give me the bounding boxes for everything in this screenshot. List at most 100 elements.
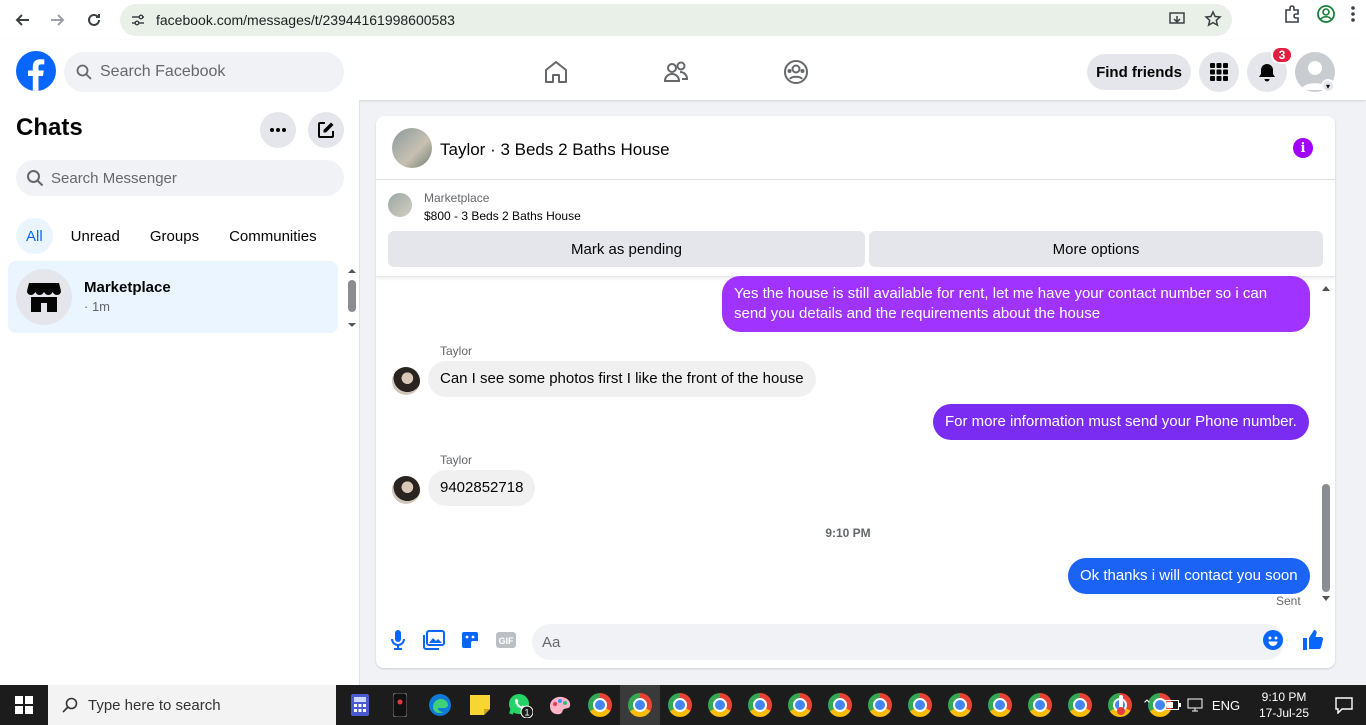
windows-start-icon[interactable] — [0, 685, 48, 725]
photo-icon[interactable] — [422, 628, 446, 652]
language-indicator[interactable]: ENG — [1206, 685, 1246, 725]
marketplace-shop-icon — [16, 269, 72, 325]
tab-groups[interactable]: Groups — [138, 218, 211, 254]
chat-time: · 1m — [84, 299, 110, 314]
listing-source: Marketplace — [424, 191, 490, 205]
message-bubble-incoming[interactable]: 9402852718 — [428, 470, 536, 506]
battery-icon[interactable] — [1162, 685, 1184, 725]
taskbar-search-placeholder: Type here to search — [88, 696, 221, 714]
messenger-search-placeholder: Search Messenger — [51, 169, 177, 187]
message-timestamp: 9:10 PM — [825, 526, 871, 540]
chrome-icon[interactable] — [900, 685, 940, 725]
clock-date: 17-Jul-25 — [1258, 706, 1310, 720]
tab-all[interactable]: All — [16, 218, 53, 254]
message-bubble-outgoing[interactable]: Yes the house is still available for ren… — [722, 276, 1310, 332]
chrome-icon[interactable] — [980, 685, 1020, 725]
calculator-icon[interactable] — [340, 685, 380, 725]
message-sender: Taylor — [440, 453, 473, 467]
taylor-avatar[interactable] — [392, 367, 420, 395]
info-icon[interactable]: i — [1293, 138, 1313, 158]
message-sender: Taylor — [440, 344, 473, 358]
edge-icon[interactable] — [420, 685, 460, 725]
reload-icon[interactable] — [76, 2, 112, 38]
chats-sidebar: Chats Search Messenger All Unread Groups… — [0, 100, 360, 685]
conversation-title[interactable]: Taylor · 3 Beds 2 Baths House — [440, 140, 670, 160]
sticker-icon[interactable] — [458, 628, 482, 652]
browser-menu-icon[interactable] — [1350, 5, 1356, 23]
url-text: facebook.com/messages/t/2394416199860058… — [156, 12, 455, 28]
chrome-icon[interactable] — [1060, 685, 1100, 725]
chats-title: Chats — [16, 114, 83, 141]
facebook-search-input[interactable]: Search Facebook — [64, 52, 344, 92]
chrome-icon[interactable] — [860, 685, 900, 725]
chrome-icon[interactable] — [820, 685, 860, 725]
sidebar-scrollbar[interactable] — [346, 265, 358, 331]
messenger-search-input[interactable]: Search Messenger — [16, 160, 344, 196]
listing-thumbnail[interactable] — [388, 193, 412, 217]
conversation-scrollbar[interactable] — [1319, 281, 1333, 606]
message-composer: GIF Aa — [376, 616, 1335, 668]
conversation-header: Taylor · 3 Beds 2 Baths House i — [376, 116, 1335, 180]
install-app-icon[interactable] — [1168, 10, 1186, 28]
message-bubble-incoming[interactable]: Can I see some photos first I like the f… — [428, 361, 816, 397]
new-message-icon[interactable] — [308, 112, 344, 148]
paint-icon[interactable] — [540, 685, 580, 725]
taskbar-search-input[interactable]: Type here to search — [48, 685, 336, 725]
app-icon[interactable] — [380, 685, 420, 725]
chevron-up-icon[interactable]: ⌃ — [1132, 685, 1162, 725]
address-bar[interactable]: facebook.com/messages/t/2394416199860058… — [120, 4, 1232, 36]
chat-list-item[interactable]: Marketplace · 1m — [8, 261, 338, 333]
chrome-icon[interactable] — [940, 685, 980, 725]
back-icon[interactable] — [4, 2, 40, 38]
site-settings-icon[interactable] — [130, 12, 146, 28]
extensions-icon[interactable] — [1282, 4, 1302, 24]
find-friends-button[interactable]: Find friends — [1087, 54, 1191, 90]
profile-icon[interactable] — [1316, 4, 1336, 24]
sticky-notes-icon[interactable] — [460, 685, 500, 725]
more-options-icon[interactable] — [260, 112, 296, 148]
message-input[interactable]: Aa — [532, 624, 1284, 660]
network-icon[interactable] — [1184, 685, 1206, 725]
whatsapp-badge: 1 — [524, 708, 529, 718]
chrome-icon[interactable] — [620, 685, 660, 725]
bookmark-star-icon[interactable] — [1204, 10, 1222, 28]
more-options-button[interactable]: More options — [869, 231, 1323, 267]
notification-center-icon[interactable] — [1322, 685, 1366, 725]
listing-title[interactable]: $800 - 3 Beds 2 Baths House — [424, 209, 581, 223]
temperature-icon[interactable] — [1110, 685, 1132, 725]
thumbs-up-icon[interactable] — [1301, 628, 1325, 652]
message-input-placeholder: Aa — [542, 633, 561, 651]
microphone-icon[interactable] — [386, 628, 410, 652]
chrome-icon[interactable] — [1020, 685, 1060, 725]
search-icon — [27, 170, 44, 187]
conversation-avatar[interactable] — [392, 128, 432, 168]
svg-text:GIF: GIF — [499, 636, 515, 646]
chat-name: Marketplace — [84, 279, 171, 296]
message-thread: Yes the house is still available for ren… — [376, 276, 1335, 613]
home-icon[interactable] — [536, 52, 576, 92]
clock-time: 9:10 PM — [1261, 690, 1307, 704]
gif-icon[interactable]: GIF — [494, 628, 518, 652]
facebook-logo-icon[interactable] — [16, 51, 56, 91]
search-placeholder: Search Facebook — [100, 63, 226, 80]
message-bubble-outgoing[interactable]: Ok thanks i will contact you soon — [1068, 558, 1310, 594]
emoji-icon[interactable] — [1261, 628, 1285, 652]
menu-grid-icon[interactable] — [1199, 52, 1239, 92]
chrome-icon[interactable] — [660, 685, 700, 725]
marketplace-listing-bar: Marketplace $800 - 3 Beds 2 Baths House … — [376, 181, 1335, 277]
taylor-avatar[interactable] — [392, 476, 420, 504]
chevron-down-icon[interactable]: ▾ — [1321, 79, 1335, 93]
message-bubble-outgoing[interactable]: For more information must send your Phon… — [933, 404, 1309, 440]
forward-icon[interactable] — [40, 2, 76, 38]
chrome-icon[interactable] — [740, 685, 780, 725]
tab-communities[interactable]: Communities — [217, 218, 329, 254]
mark-as-pending-button[interactable]: Mark as pending — [388, 231, 865, 267]
whatsapp-icon[interactable]: 1 — [500, 685, 540, 725]
taskbar-clock[interactable]: 9:10 PM 17-Jul-25 — [1246, 689, 1322, 721]
chrome-icon[interactable] — [780, 685, 820, 725]
chrome-icon[interactable] — [580, 685, 620, 725]
groups-icon[interactable] — [776, 52, 816, 92]
friends-icon[interactable] — [656, 52, 696, 92]
chrome-icon[interactable] — [700, 685, 740, 725]
tab-unread[interactable]: Unread — [59, 218, 132, 254]
